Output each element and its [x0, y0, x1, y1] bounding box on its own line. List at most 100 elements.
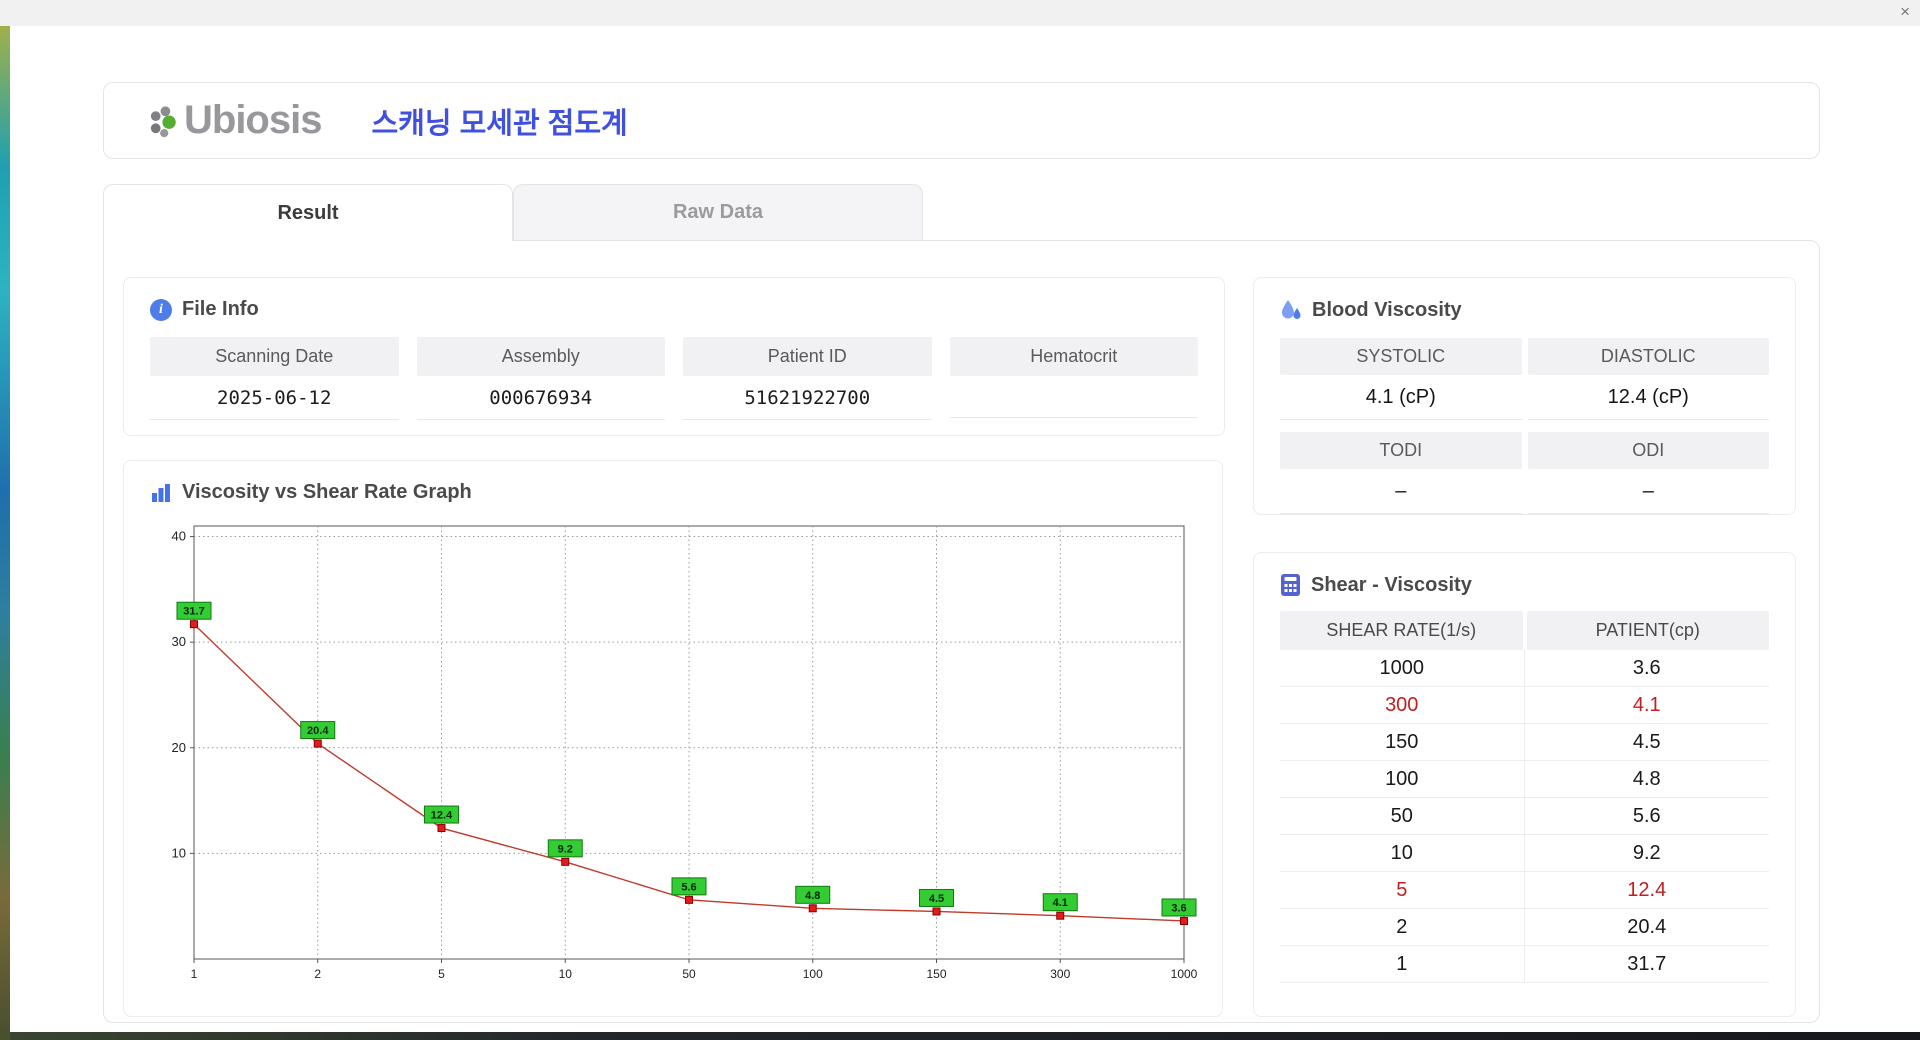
svg-text:1000: 1000: [1171, 967, 1198, 981]
odi-label: ODI: [1527, 432, 1769, 469]
field-assembly: Assembly 000676934: [416, 337, 665, 420]
file-info-title: File Info: [182, 298, 259, 320]
svg-text:100: 100: [803, 967, 823, 981]
blood-viscosity-section: Blood Viscosity SYSTOLIC DIASTOLIC 4.1 (…: [1253, 277, 1796, 515]
tab-raw-data[interactable]: Raw Data: [513, 184, 923, 240]
svg-text:4.8: 4.8: [805, 890, 820, 902]
field-patient-id: Patient ID 51621922700: [683, 337, 932, 420]
diastolic-value: 12.4 (cP): [1527, 375, 1769, 420]
svg-text:3.6: 3.6: [1171, 902, 1186, 914]
svg-text:4.1: 4.1: [1053, 897, 1068, 909]
patient-cell: 31.7: [1627, 952, 1667, 975]
chart-container: 10 20 30 40 1 2 5 10 50 100 150 300 1000 31.7 20.4 12.4…: [150, 514, 1198, 997]
desktop-background-strip-left: [0, 26, 10, 1040]
rate-cell: 5: [1280, 872, 1525, 908]
close-icon[interactable]: ×: [1900, 3, 1910, 20]
col-patient: PATIENT(cp): [1526, 611, 1769, 650]
rate-cell: 100: [1280, 761, 1525, 797]
calculator-icon: [1280, 573, 1301, 597]
diastolic-label: DIASTOLIC: [1527, 338, 1769, 375]
table-row: 300 4.1: [1280, 687, 1769, 724]
app-title: 스캐닝 모세관 점도계: [371, 107, 628, 140]
svg-text:50: 50: [682, 967, 696, 981]
table-row: 10 9.2: [1280, 835, 1769, 872]
systolic-value: 4.1 (cP): [1280, 375, 1522, 420]
field-value: 2025-06-12: [150, 376, 399, 420]
tab-result[interactable]: Result: [103, 184, 513, 241]
graph-heading: Viscosity vs Shear Rate Graph: [150, 481, 1196, 504]
blood-viscosity-heading: Blood Viscosity: [1280, 298, 1769, 322]
viscosity-chart: 10 20 30 40 1 2 5 10 50 100 150 300 1000 31.7 20.4 12.4…: [172, 525, 1198, 981]
graph-title: Viscosity vs Shear Rate Graph: [182, 481, 472, 503]
col-shear-rate: SHEAR RATE(1/s): [1280, 611, 1523, 650]
svg-text:31.7: 31.7: [183, 606, 204, 618]
svg-text:4.5: 4.5: [929, 893, 944, 905]
desktop-background-strip-bottom: [10, 1032, 1920, 1040]
tab-bar: Result Raw Data: [103, 184, 923, 241]
rate-cell: 2: [1280, 909, 1525, 945]
table-row: 150 4.5: [1280, 724, 1769, 761]
svg-text:20: 20: [172, 740, 186, 755]
droplet-icon: [1280, 298, 1302, 322]
svg-text:30: 30: [172, 634, 186, 649]
patient-cell: 12.4: [1627, 878, 1667, 901]
blood-viscosity-title: Blood Viscosity: [1312, 298, 1462, 321]
patient-cell: 4.1: [1632, 693, 1661, 716]
rate-cell: 300: [1280, 687, 1525, 723]
shear-viscosity-heading: Shear - Viscosity: [1280, 573, 1769, 597]
table-row: 100 4.8: [1280, 761, 1769, 798]
svg-text:5: 5: [438, 967, 445, 981]
todi-label: TODI: [1280, 432, 1522, 469]
svg-text:10: 10: [172, 845, 186, 860]
svg-text:2: 2: [314, 967, 321, 981]
info-icon: i: [150, 298, 172, 321]
logo-text: Ubiosis: [184, 98, 322, 142]
shear-viscosity-section: Shear - Viscosity SHEAR RATE(1/s) PATIEN…: [1253, 552, 1796, 1017]
svg-text:5.6: 5.6: [681, 881, 696, 893]
svg-text:300: 300: [1050, 967, 1070, 981]
patient-cell: 4.8: [1632, 767, 1661, 790]
field-label: Scanning Date: [150, 337, 399, 376]
field-label: Assembly: [416, 337, 665, 376]
patient-cell: 4.5: [1632, 730, 1661, 753]
svg-text:150: 150: [926, 967, 946, 981]
rate-cell: 150: [1280, 724, 1525, 760]
shear-viscosity-table: SHEAR RATE(1/s) PATIENT(cp) 1000 3.6 300…: [1280, 611, 1769, 983]
graph-section: Viscosity vs Shear Rate Graph 10 20 30 40 1 2…: [123, 460, 1223, 1017]
field-label: Hematocrit: [949, 337, 1198, 376]
rate-cell: 10: [1280, 835, 1525, 871]
table-row: 50 5.6: [1280, 798, 1769, 835]
svg-text:1: 1: [191, 967, 198, 981]
field-scanning-date: Scanning Date 2025-06-12: [150, 337, 399, 420]
bar-chart-icon: [150, 482, 172, 504]
field-value: 51621922700: [683, 376, 932, 420]
svg-text:10: 10: [559, 967, 573, 981]
patient-cell: 5.6: [1632, 804, 1661, 827]
blood-viscosity-grid: SYSTOLIC DIASTOLIC 4.1 (cP) 12.4 (cP) TO…: [1280, 338, 1769, 514]
window-titlebar: ×: [0, 0, 1920, 26]
field-value: 000676934: [416, 376, 665, 420]
field-value: [949, 376, 1198, 418]
field-label: Patient ID: [683, 337, 932, 376]
app-window: Ubiosis 스캐닝 모세관 점도계 Result Raw Data i Fi…: [10, 26, 1920, 1032]
file-info-section: i File Info Scanning Date 2025-06-12 Ass…: [123, 277, 1225, 436]
table-row: 1000 3.6: [1280, 650, 1769, 687]
svg-text:20.4: 20.4: [307, 725, 329, 737]
todi-value: –: [1280, 469, 1522, 514]
result-panel: i File Info Scanning Date 2025-06-12 Ass…: [103, 240, 1820, 1023]
table-row: 1 31.7: [1280, 946, 1769, 983]
odi-value: –: [1527, 469, 1769, 514]
app-logo: Ubiosis: [148, 98, 322, 143]
table-header: SHEAR RATE(1/s) PATIENT(cp): [1280, 611, 1769, 650]
app-header: Ubiosis 스캐닝 모세관 점도계: [103, 82, 1820, 159]
patient-cell: 20.4: [1627, 915, 1667, 938]
systolic-label: SYSTOLIC: [1280, 338, 1522, 375]
file-info-heading: i File Info: [150, 298, 1198, 321]
file-info-grid: Scanning Date 2025-06-12 Assembly 000676…: [150, 337, 1198, 420]
svg-text:40: 40: [172, 529, 186, 544]
table-row: 5 12.4: [1280, 872, 1769, 909]
rate-cell: 1000: [1280, 650, 1525, 686]
patient-cell: 9.2: [1632, 841, 1661, 864]
field-hematocrit: Hematocrit: [949, 337, 1198, 420]
table-row: 2 20.4: [1280, 909, 1769, 946]
